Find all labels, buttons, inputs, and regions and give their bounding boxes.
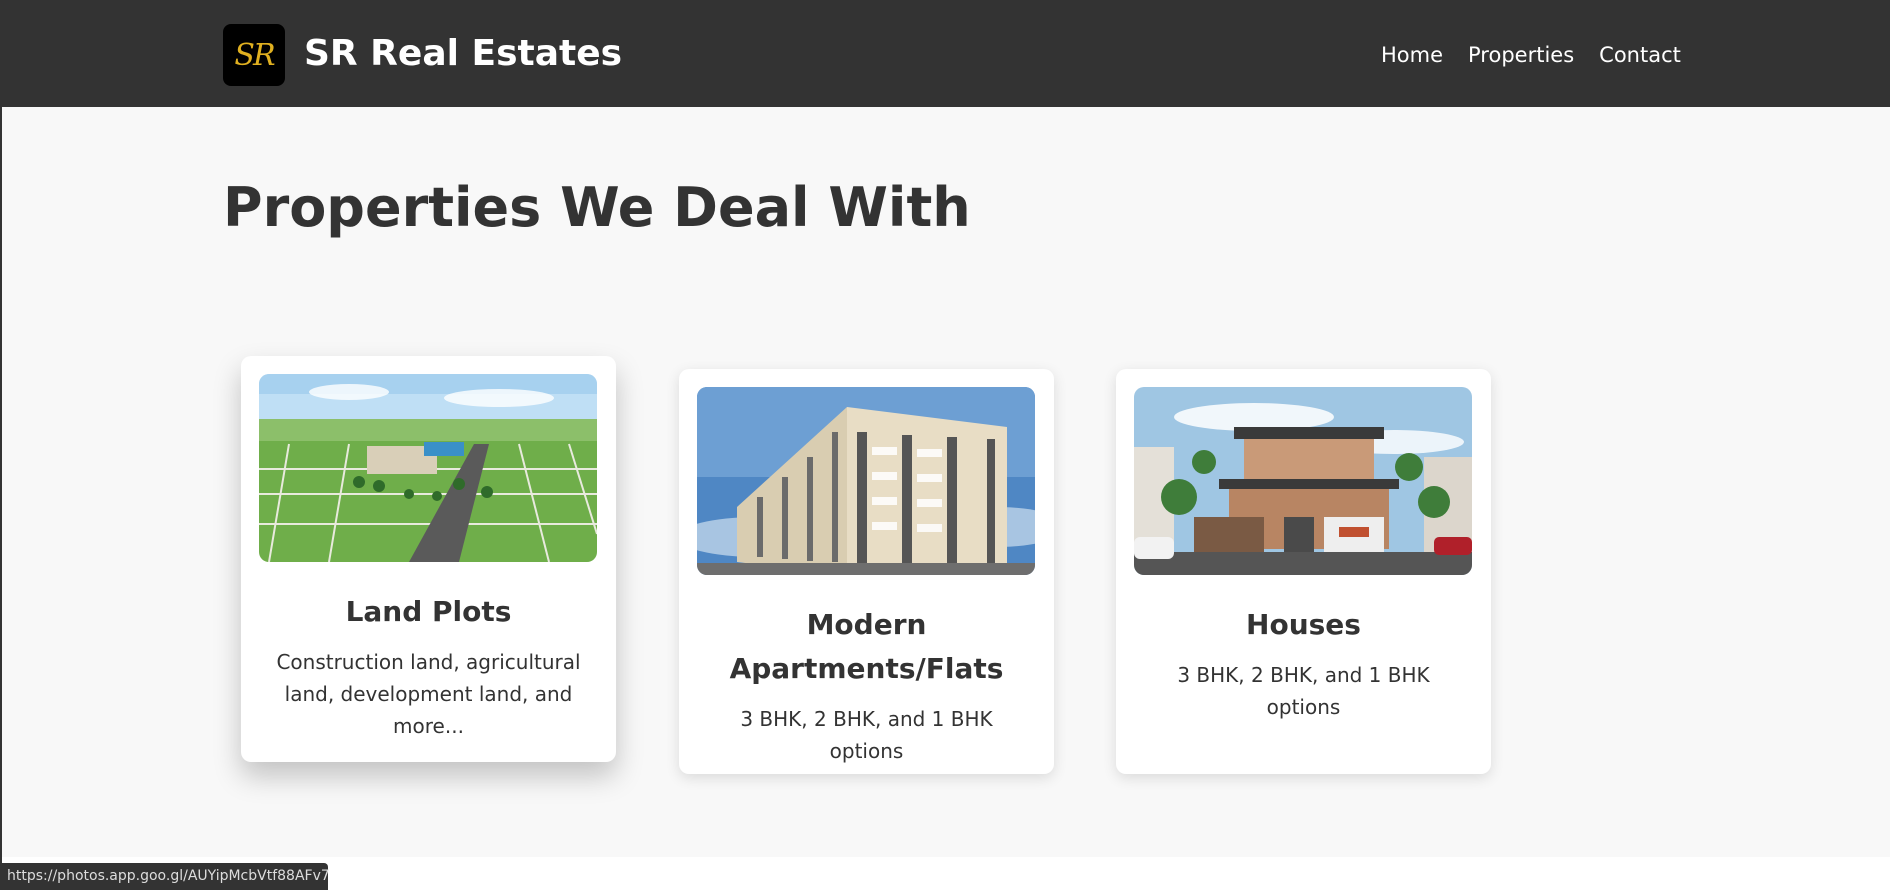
land-plots-image bbox=[259, 374, 597, 562]
nav-home[interactable]: Home bbox=[1381, 41, 1443, 69]
window-left-edge bbox=[0, 0, 2, 890]
logo[interactable]: SR bbox=[223, 24, 285, 86]
logo-monogram: SR bbox=[234, 37, 275, 73]
property-card-houses[interactable]: Houses 3 BHK, 2 BHK, and 1 BHK options bbox=[1116, 369, 1491, 774]
card-title: Land Plots bbox=[345, 595, 512, 628]
nav-contact[interactable]: Contact bbox=[1599, 41, 1681, 69]
apartments-image bbox=[697, 387, 1035, 575]
nav-properties[interactable]: Properties bbox=[1468, 41, 1574, 69]
card-title: Houses bbox=[1246, 608, 1361, 641]
property-card-land-plots[interactable]: Land Plots Construction land, agricultur… bbox=[241, 356, 616, 762]
card-description: 3 BHK, 2 BHK, and 1 BHK options bbox=[740, 707, 993, 763]
page-title: Properties We Deal With bbox=[223, 176, 971, 239]
houses-image bbox=[1134, 387, 1472, 575]
card-title: Modern Apartments/Flats bbox=[729, 608, 1004, 685]
link-status-bar: https://photos.app.goo.gl/AUYipMcbVtf88A… bbox=[0, 863, 330, 890]
property-card-apartments[interactable]: Modern Apartments/Flats 3 BHK, 2 BHK, an… bbox=[679, 369, 1054, 774]
main-nav: Home Properties Contact bbox=[1381, 41, 1681, 69]
card-description: 3 BHK, 2 BHK, and 1 BHK options bbox=[1177, 663, 1430, 719]
site-header: SR SR Real Estates Home Properties Conta… bbox=[0, 0, 1890, 107]
brand-name[interactable]: SR Real Estates bbox=[304, 30, 622, 78]
card-description: Construction land, agricultural land, de… bbox=[276, 650, 581, 738]
